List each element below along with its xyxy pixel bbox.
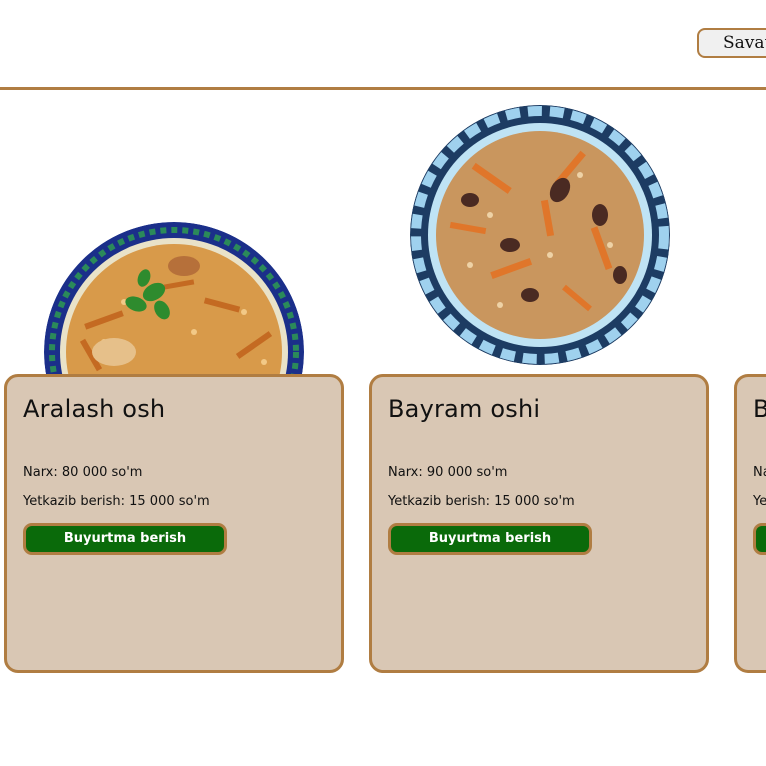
product-delivery: Yetkazib berish: 15 000 so'm <box>23 494 210 509</box>
order-button[interactable]: Buyurtma berish <box>388 523 592 555</box>
product-price: Narx: 80 000 so'm <box>23 465 143 480</box>
cart-button[interactable]: Savat <box>697 28 766 58</box>
product-price: Na <box>753 465 766 480</box>
product-card: Bayram oshi Narx: 90 000 so'm Yetkazib b… <box>369 374 709 673</box>
bayram-oshi-image <box>410 105 670 365</box>
header: Savat <box>0 0 766 88</box>
order-button[interactable] <box>753 523 766 555</box>
product-card: Aralash osh Narx: 80 000 so'm Yetkazib b… <box>4 374 344 673</box>
product-delivery: Ye <box>753 494 766 509</box>
product-price: Narx: 90 000 so'm <box>388 465 508 480</box>
page: Savat <box>0 0 766 766</box>
product-card: B Na Ye <box>734 374 766 673</box>
product-title: Bayram oshi <box>388 395 541 423</box>
order-button[interactable]: Buyurtma berish <box>23 523 227 555</box>
product-title: Aralash osh <box>23 395 166 423</box>
product-title: B <box>753 395 766 423</box>
product-delivery: Yetkazib berish: 15 000 so'm <box>388 494 575 509</box>
header-divider <box>0 87 766 90</box>
